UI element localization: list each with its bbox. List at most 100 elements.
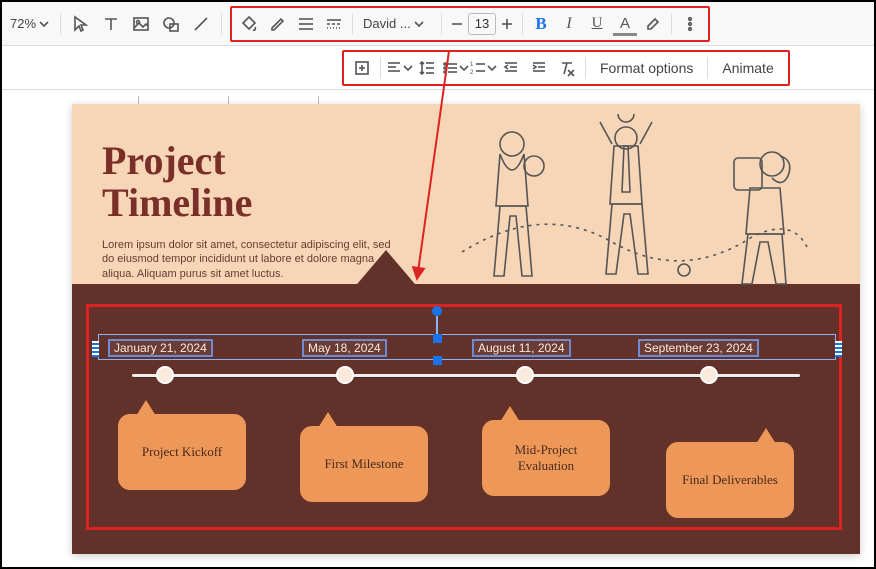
timeline-bubble[interactable]: Project Kickoff [118,414,246,490]
separator [671,13,672,35]
rotation-handle[interactable] [432,306,442,316]
timeline-dot[interactable] [156,366,174,384]
line-button[interactable] [187,10,215,38]
link-square-icon [353,59,371,77]
plus-icon [498,15,516,33]
date-label: May 18, 2024 [308,341,381,355]
line-spacing-button[interactable] [413,54,441,82]
indent-increase-button[interactable] [525,54,553,82]
text-format-toolbar-highlight: David ... 13 B I U A [230,6,710,42]
timeline-dot[interactable] [516,366,534,384]
title-line1: Project [102,138,226,183]
font-size-increase[interactable] [496,10,518,38]
separator [585,57,586,79]
indent-decrease-icon [502,59,520,77]
select-tool-button[interactable] [67,10,95,38]
numbered-list-icon: 12 [469,59,486,77]
minus-icon [448,15,466,33]
date-label: August 11, 2024 [478,341,565,355]
timeline-dot[interactable] [336,366,354,384]
svg-text:1: 1 [470,62,474,68]
timeline-bubble[interactable]: Final Deliverables [666,442,794,518]
selection-end-handle-left[interactable] [92,341,99,357]
bold-button[interactable]: B [527,10,555,38]
slide-title[interactable]: Project Timeline [102,140,252,224]
text-color-button[interactable]: A [611,10,639,38]
line-dash-icon [325,15,343,33]
fill-color-button[interactable] [236,10,264,38]
numbered-list-button[interactable]: 12 [469,54,497,82]
chevron-down-icon [413,18,425,30]
font-family-dropdown[interactable]: David ... [357,16,437,31]
line-weight-icon [297,15,315,33]
shape-button[interactable] [157,10,185,38]
insert-link-button[interactable] [348,54,376,82]
person-illustration-1 [472,126,552,286]
timeline-dot[interactable] [700,366,718,384]
chevron-down-icon [458,62,469,74]
paragraph-toolbar-highlight: 12 Format options Animate [342,50,790,86]
line-spacing-icon [418,59,436,77]
image-button[interactable] [127,10,155,38]
shape-icon [162,15,180,33]
textbox-button[interactable] [97,10,125,38]
timeline-date[interactable]: January 21, 2024 [108,339,213,357]
slide-canvas[interactable]: Project Timeline Lorem ipsum dolor sit a… [72,104,860,554]
timeline-bubble[interactable]: Mid-Project Evaluation [482,420,610,496]
person-illustration-3 [702,134,802,286]
selection-handle[interactable] [433,356,442,365]
person-illustration-2 [582,114,672,286]
italic-button[interactable]: I [555,10,583,38]
timeline-date[interactable]: August 11, 2024 [472,339,571,357]
format-options-button[interactable]: Format options [590,54,703,82]
font-size-decrease[interactable] [446,10,468,38]
paint-bucket-icon [241,15,259,33]
timeline-date[interactable]: May 18, 2024 [302,339,387,357]
bubble-label: Mid-Project Evaluation [488,442,604,474]
separator [221,13,222,35]
main-toolbar: 72% David ... [2,2,874,46]
animate-label: Animate [722,60,773,76]
format-options-label: Format options [600,60,693,76]
bold-label: B [535,14,546,34]
selection-handle[interactable] [433,334,442,343]
indent-decrease-button[interactable] [497,54,525,82]
date-label: September 23, 2024 [644,341,753,355]
italic-label: I [566,15,571,33]
highlight-color-button[interactable] [639,10,667,38]
bubble-label: Project Kickoff [142,444,222,460]
zoom-dropdown[interactable]: 72% [8,16,54,31]
timeline-bubble[interactable]: First Milestone [300,426,428,502]
clear-formatting-button[interactable] [553,54,581,82]
underline-button[interactable]: U [583,10,611,38]
svg-text:2: 2 [470,70,474,76]
separator [441,13,442,35]
bubble-label: Final Deliverables [682,472,778,488]
font-size-input[interactable]: 13 [468,13,496,35]
separator [707,57,708,79]
rotation-line [436,316,438,334]
bubble-label: First Milestone [324,456,403,472]
pencil-icon [269,15,287,33]
border-color-button[interactable] [264,10,292,38]
clear-format-icon [558,59,576,77]
image-icon [132,15,150,33]
more-button[interactable] [676,10,704,38]
bullet-list-icon [441,59,458,77]
triangle-decoration [352,250,420,290]
animate-button[interactable]: Animate [712,54,783,82]
vertical-dots-icon [681,15,699,33]
line-icon [192,15,210,33]
border-weight-button[interactable] [292,10,320,38]
align-button[interactable] [385,54,413,82]
text-color-label: A [620,15,630,32]
separator [60,13,61,35]
separator [352,13,353,35]
chevron-down-icon [486,62,497,74]
chevron-down-icon [38,18,50,30]
border-dash-button[interactable] [320,10,348,38]
cursor-icon [72,15,90,33]
font-size-value: 13 [475,16,489,31]
selection-end-handle-right[interactable] [835,341,842,357]
timeline-date[interactable]: September 23, 2024 [638,339,759,357]
